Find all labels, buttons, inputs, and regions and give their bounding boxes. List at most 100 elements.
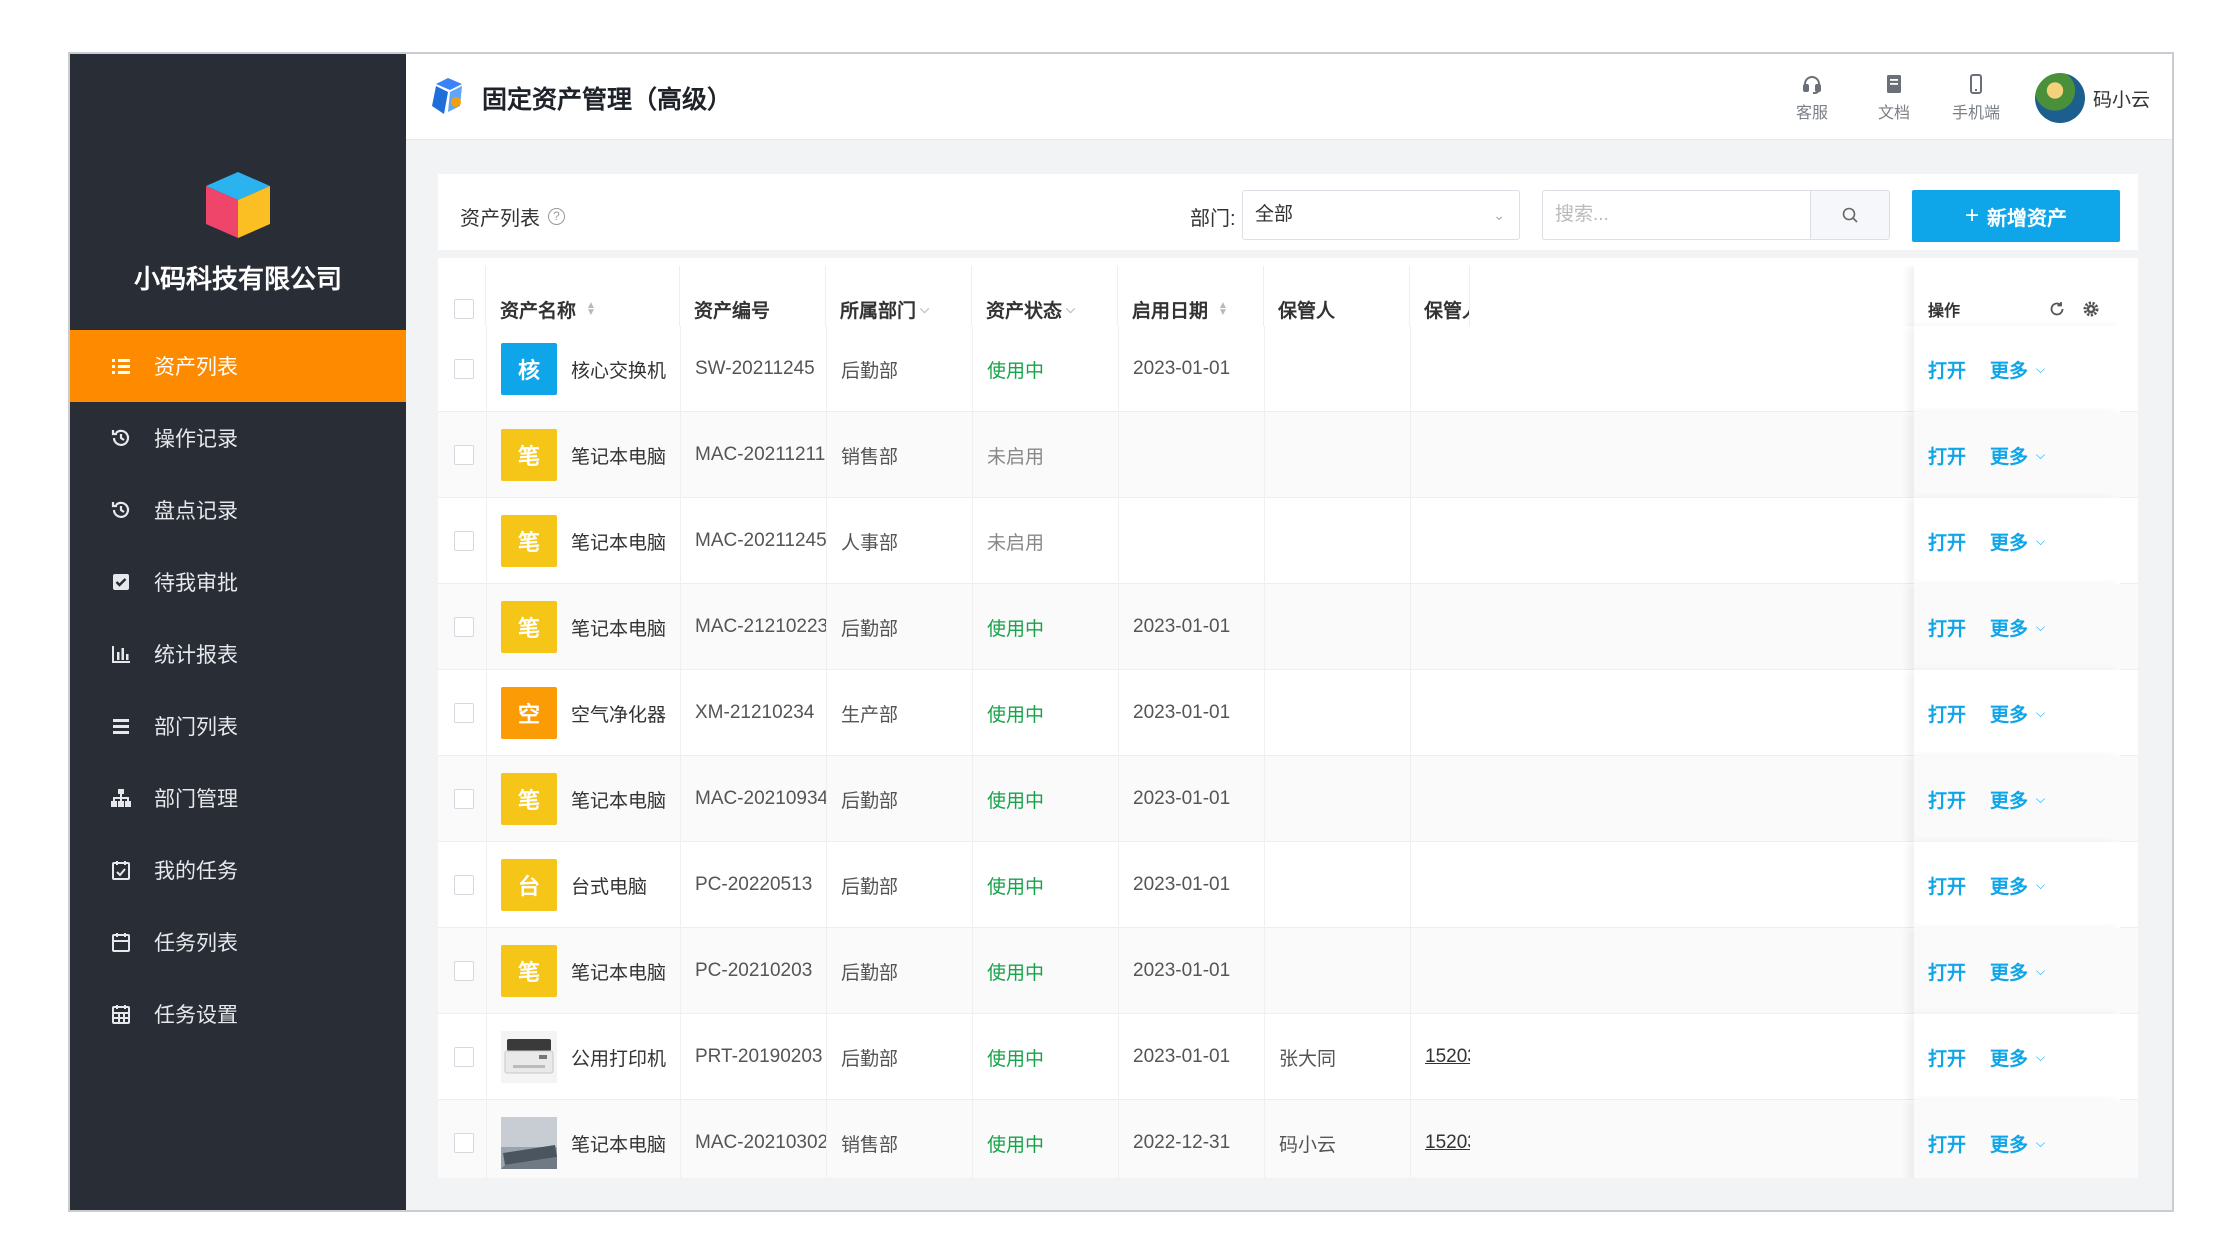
asset-code: PC-20220513 bbox=[680, 842, 826, 928]
row-select-cell bbox=[438, 928, 486, 1014]
sidebar-item-pending-approval[interactable]: 待我审批 bbox=[70, 546, 406, 618]
headset-icon bbox=[1802, 76, 1821, 94]
row-select-cell bbox=[438, 670, 486, 756]
open-link[interactable]: 打开 bbox=[1928, 786, 1966, 813]
row-checkbox[interactable] bbox=[454, 1133, 474, 1153]
help-icon[interactable]: ? bbox=[548, 208, 565, 225]
row-checkbox[interactable] bbox=[454, 875, 474, 895]
more-label: 更多 bbox=[1990, 360, 2029, 382]
row-checkbox[interactable] bbox=[454, 617, 474, 637]
documents-button[interactable]: 文档 bbox=[1853, 73, 1935, 123]
sidebar-item-operation-log[interactable]: 操作记录 bbox=[70, 402, 406, 474]
asset-name-cell[interactable]: 笔 笔记本电脑 bbox=[486, 498, 680, 584]
asset-name-cell[interactable]: 台 台式电脑 bbox=[486, 842, 680, 928]
more-dropdown[interactable]: 更多 ⌵ bbox=[1990, 1130, 2045, 1157]
keeper-phone-link[interactable]: 1520385 bbox=[1425, 1046, 1470, 1068]
more-dropdown[interactable]: 更多 ⌵ bbox=[1990, 872, 2045, 899]
sidebar-nav: 资产列表 操作记录 盘点记录 待我审批 统计报表 部门列表 部门管理 我的任务 … bbox=[70, 330, 406, 1050]
open-link[interactable]: 打开 bbox=[1928, 1044, 1966, 1071]
chevron-down-icon: ⌵ bbox=[2036, 533, 2046, 548]
asset-name-cell[interactable]: 笔 笔记本电脑 bbox=[486, 756, 680, 842]
more-dropdown[interactable]: 更多 ⌵ bbox=[1990, 528, 2045, 555]
user-menu[interactable]: 码小云 bbox=[2034, 73, 2150, 123]
row-checkbox[interactable] bbox=[454, 1047, 474, 1067]
open-link[interactable]: 打开 bbox=[1928, 442, 1966, 469]
gear-icon[interactable] bbox=[2082, 300, 2100, 318]
open-link[interactable]: 打开 bbox=[1928, 872, 1966, 899]
more-dropdown[interactable]: 更多 ⌵ bbox=[1990, 614, 2045, 641]
asset-name-cell[interactable]: 笔 笔记本电脑 bbox=[486, 584, 680, 670]
more-label: 更多 bbox=[1990, 618, 2029, 640]
sort-icon[interactable]: ▲ ▼ bbox=[586, 301, 596, 318]
asset-name-cell[interactable]: 笔 笔记本电脑 bbox=[486, 928, 680, 1014]
open-link[interactable]: 打开 bbox=[1928, 356, 1966, 383]
sidebar-item-department-list[interactable]: 部门列表 bbox=[70, 690, 406, 762]
add-asset-button[interactable]: + 新增资产 bbox=[1912, 190, 2120, 242]
avatar bbox=[2034, 73, 2085, 123]
row-checkbox[interactable] bbox=[454, 703, 474, 723]
table-row: 台 台式电脑 PC-20220513 后勤部 使用中 2023-01-01 打开… bbox=[438, 842, 2138, 928]
asset-name-cell[interactable]: 空 空气净化器 bbox=[486, 670, 680, 756]
asset-name-cell[interactable]: 笔 笔记本电脑 bbox=[486, 412, 680, 498]
asset-badge: 笔 bbox=[501, 773, 557, 825]
asset-dept: 人事部 bbox=[826, 498, 972, 584]
sidebar-item-task-settings[interactable]: 任务设置 bbox=[70, 978, 406, 1050]
sort-icon[interactable]: ▲ ▼ bbox=[1218, 301, 1228, 318]
open-link[interactable]: 打开 bbox=[1928, 1130, 1966, 1157]
asset-date bbox=[1118, 498, 1264, 584]
customer-service-button[interactable]: 客服 bbox=[1771, 73, 1853, 123]
more-dropdown[interactable]: 更多 ⌵ bbox=[1990, 700, 2045, 727]
asset-status: 使用中 bbox=[972, 326, 1118, 412]
keeper-phone-link[interactable]: 1520384 bbox=[1425, 1132, 1470, 1154]
search-button[interactable] bbox=[1810, 190, 1890, 240]
dept-filter-select[interactable]: 全部 ⌄ bbox=[1242, 190, 1520, 240]
search-input[interactable] bbox=[1542, 190, 1810, 240]
asset-code: MAC-20211211 bbox=[680, 412, 826, 498]
history-icon bbox=[110, 427, 132, 449]
calendar-icon bbox=[110, 931, 132, 953]
chevron-down-icon: ⌵ bbox=[2036, 447, 2046, 462]
table-row: 公用打印机 PRT-20190203 后勤部 使用中 2023-01-01 张大… bbox=[438, 1014, 2138, 1100]
more-dropdown[interactable]: 更多 ⌵ bbox=[1990, 356, 2045, 383]
row-actions: 打开 更多 ⌵ bbox=[1914, 584, 2120, 670]
sidebar-item-task-list[interactable]: 任务列表 bbox=[70, 906, 406, 978]
sidebar-item-statistics[interactable]: 统计报表 bbox=[70, 618, 406, 690]
more-dropdown[interactable]: 更多 ⌵ bbox=[1990, 786, 2045, 813]
asset-code: MAC-20210934 bbox=[680, 756, 826, 842]
table-row: 笔 笔记本电脑 MAC-20211245 人事部 未启用 打开 更多 ⌵ bbox=[438, 498, 2138, 584]
more-dropdown[interactable]: 更多 ⌵ bbox=[1990, 442, 2045, 469]
asset-code: MAC-20210302 bbox=[680, 1100, 826, 1178]
asset-code: XM-21210234 bbox=[680, 670, 826, 756]
row-checkbox[interactable] bbox=[454, 359, 474, 379]
select-all-checkbox[interactable] bbox=[454, 299, 474, 319]
document-icon bbox=[1886, 75, 1901, 93]
asset-keeper bbox=[1264, 584, 1410, 670]
filter-chevron-icon[interactable]: ⌵ bbox=[1066, 302, 1075, 317]
asset-name-cell[interactable]: 笔记本电脑 bbox=[486, 1100, 680, 1178]
open-link[interactable]: 打开 bbox=[1928, 614, 1966, 641]
asset-name: 笔记本电脑 bbox=[571, 1134, 667, 1156]
open-link[interactable]: 打开 bbox=[1928, 528, 1966, 555]
row-checkbox[interactable] bbox=[454, 961, 474, 981]
sidebar-item-label: 我的任务 bbox=[154, 860, 238, 883]
more-dropdown[interactable]: 更多 ⌵ bbox=[1990, 958, 2045, 985]
asset-name: 公用打印机 bbox=[571, 1048, 667, 1070]
asset-code: MAC-21210223 bbox=[680, 584, 826, 670]
asset-name-cell[interactable]: 核 核心交换机 bbox=[486, 326, 680, 412]
open-link[interactable]: 打开 bbox=[1928, 700, 1966, 727]
refresh-icon[interactable] bbox=[2048, 300, 2066, 318]
asset-name-cell[interactable]: 公用打印机 bbox=[486, 1014, 680, 1100]
more-dropdown[interactable]: 更多 ⌵ bbox=[1990, 1044, 2045, 1071]
row-checkbox[interactable] bbox=[454, 531, 474, 551]
open-link[interactable]: 打开 bbox=[1928, 958, 1966, 985]
filter-chevron-icon[interactable]: ⌵ bbox=[920, 302, 929, 317]
row-checkbox[interactable] bbox=[454, 445, 474, 465]
sidebar-item-department-management[interactable]: 部门管理 bbox=[70, 762, 406, 834]
sidebar-item-label: 资产列表 bbox=[154, 356, 238, 379]
sidebar-item-my-tasks[interactable]: 我的任务 bbox=[70, 834, 406, 906]
header-tools bbox=[2048, 300, 2100, 318]
sidebar-item-asset-list[interactable]: 资产列表 bbox=[70, 330, 406, 402]
mobile-button[interactable]: 手机端 bbox=[1935, 73, 2017, 123]
row-checkbox[interactable] bbox=[454, 789, 474, 809]
sidebar-item-inventory-log[interactable]: 盘点记录 bbox=[70, 474, 406, 546]
